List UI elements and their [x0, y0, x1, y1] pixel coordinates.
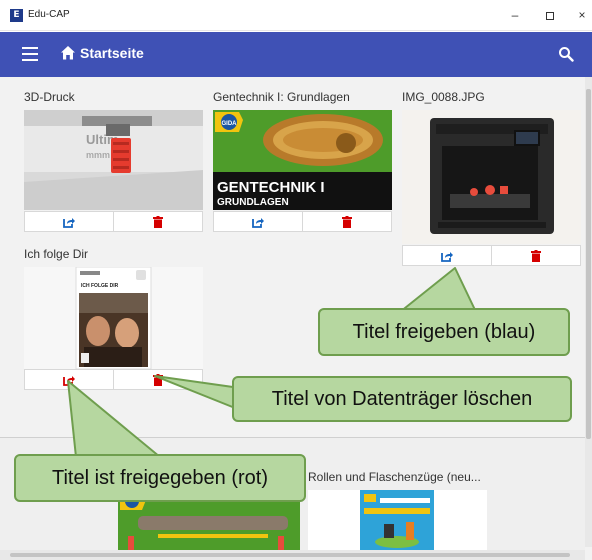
tile-thumbnail[interactable]: Ultim mmm: [24, 110, 203, 210]
app-bar: Startseite: [0, 32, 592, 77]
trash-icon: [153, 215, 163, 228]
hamburger-menu-icon[interactable]: [22, 47, 38, 61]
shared-indicator-button[interactable]: [25, 370, 113, 389]
tile-thumbnail[interactable]: GIDA GENTECHNIK I GRUNDLAGEN: [213, 110, 392, 210]
tile-actions: [402, 245, 581, 266]
tile-title: Ich folge Dir: [24, 247, 89, 261]
scrollbar-thumb[interactable]: [586, 89, 591, 439]
callout-share-red: Titel ist freigegeben (rot): [14, 454, 306, 502]
maximize-icon: [546, 11, 554, 20]
tile-title: 3D-Druck: [24, 90, 75, 104]
app-logo-icon: E: [10, 9, 23, 22]
delete-button[interactable]: [113, 212, 202, 231]
minimize-button[interactable]: –: [505, 6, 525, 24]
trash-icon: [342, 215, 352, 228]
trash-icon: [153, 373, 163, 386]
share-button[interactable]: [214, 212, 302, 231]
printer-photo: Ultim mmm: [24, 110, 203, 210]
horizontal-scrollbar[interactable]: [0, 550, 585, 560]
share-button[interactable]: [25, 212, 113, 231]
tile-actions: [24, 211, 203, 232]
ich-folge-dir-poster: ICH FOLGE DIR: [24, 267, 203, 369]
share-icon: [441, 251, 453, 262]
page-title[interactable]: Startseite: [80, 45, 144, 61]
tile-thumbnail[interactable]: [402, 110, 581, 244]
delete-button[interactable]: [113, 370, 202, 389]
close-button[interactable]: ×: [572, 6, 592, 24]
tile-actions: [213, 211, 392, 232]
home-icon: [61, 46, 75, 60]
window-title: Edu-CAP: [28, 9, 70, 20]
share-icon: [63, 375, 75, 386]
tile-thumbnail[interactable]: [308, 490, 487, 550]
trash-icon: [531, 249, 541, 262]
callout-share-blue: Titel freigeben (blau): [318, 308, 570, 356]
maximize-button[interactable]: [540, 6, 560, 24]
search-icon[interactable]: [558, 46, 574, 62]
tile-actions: [24, 369, 203, 390]
gentechnik-poster: GIDA GENTECHNIK I GRUNDLAGEN: [213, 110, 392, 210]
printer-photo: [402, 110, 581, 244]
delete-button[interactable]: [302, 212, 391, 231]
poster-heading: ICH FOLGE DIR: [81, 283, 119, 289]
scrollbar-thumb[interactable]: [10, 553, 570, 557]
tile-title: Rollen und Flaschenzüge (neu...: [308, 470, 481, 484]
svg-text:mmm: mmm: [86, 150, 110, 160]
share-icon: [63, 217, 75, 228]
share-icon: [252, 217, 264, 228]
window-titlebar: E Edu-CAP – ×: [0, 0, 592, 31]
poster-title: GENTECHNIK I: [217, 179, 325, 196]
poster-subtitle: GRUNDLAGEN: [217, 197, 289, 208]
vertical-scrollbar[interactable]: [585, 77, 592, 547]
flaschenzug-poster: [308, 490, 487, 550]
share-button[interactable]: [403, 246, 491, 265]
tile-title: IMG_0088.JPG: [402, 90, 485, 104]
poster-logo: GIDA: [222, 121, 238, 127]
tile-title: Gentechnik I: Grundlagen: [213, 90, 350, 104]
callout-delete: Titel von Datenträger löschen: [232, 376, 572, 422]
tile-thumbnail[interactable]: ICH FOLGE DIR: [24, 267, 203, 369]
delete-button[interactable]: [491, 246, 580, 265]
